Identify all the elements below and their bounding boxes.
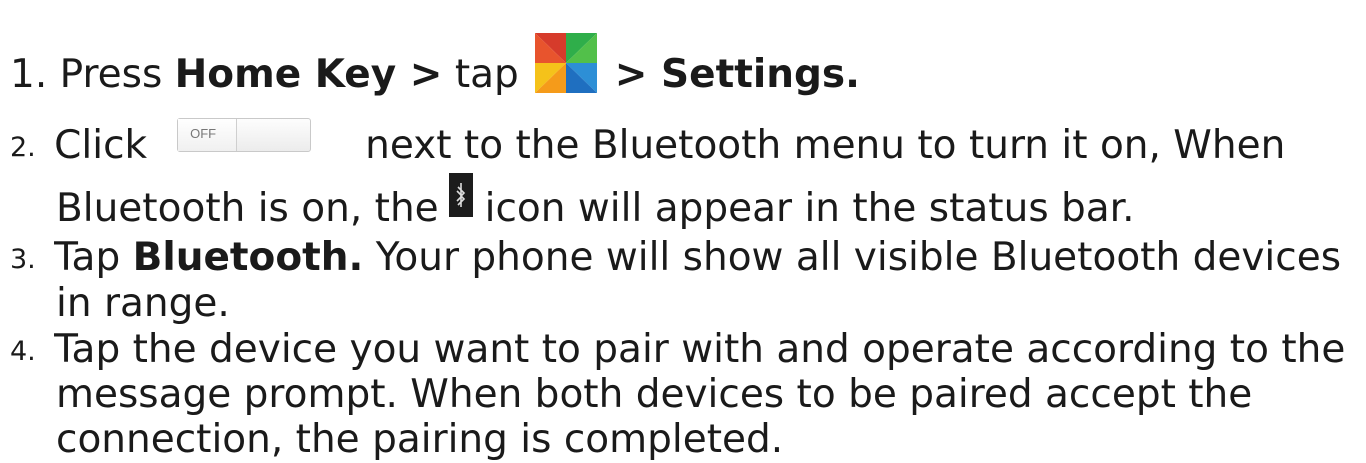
step-text: Tap <box>54 235 133 280</box>
step-2-continued: Bluetooth is on, the icon will appear in… <box>0 173 1135 231</box>
bluetooth-status-icon <box>448 173 473 217</box>
step-4-continued: connection, the pairing is completed. <box>0 417 783 463</box>
step-number: 2. <box>10 132 36 163</box>
bluetooth-label: Bluetooth. <box>132 235 364 280</box>
step-text: in range. <box>56 281 230 326</box>
step-2: 2. Click OFF next to the Bluetooth menu to… <box>10 118 1285 168</box>
step-text: Click <box>54 123 148 168</box>
step-text: connection, the pairing is completed. <box>56 417 784 462</box>
step-text: Press <box>59 52 175 97</box>
step-text: tap <box>442 52 519 97</box>
step-text: Tap the device you want to pair with and… <box>54 327 1346 372</box>
instructions-document: 1. Press Home Key > tap > Settings. 2. C… <box>0 0 1366 462</box>
step-3-continued: in range. <box>0 281 230 327</box>
step-text: Your phone will show all visible Bluetoo… <box>363 235 1342 280</box>
step-text: next to the Bluetooth menu to turn it on… <box>365 123 1286 168</box>
step-number: 1. <box>10 52 48 97</box>
apps-drawer-icon <box>534 33 597 93</box>
step-1: 1. Press Home Key > tap > Settings. <box>10 33 860 97</box>
step-text: Bluetooth is on, the <box>56 186 439 231</box>
settings-label: > Settings. <box>614 52 860 97</box>
step-number: 4. <box>10 336 36 367</box>
step-text: message prompt. When both devices to be … <box>56 372 1253 417</box>
off-toggle: OFF <box>177 118 312 152</box>
step-4: 4. Tap the device you want to pair with … <box>10 327 1345 373</box>
step-3: 3. Tap Bluetooth. Your phone will show a… <box>10 235 1341 281</box>
step-text: icon will appear in the status bar. <box>484 186 1135 231</box>
toggle-label: OFF <box>190 126 217 141</box>
step-number: 3. <box>10 244 36 275</box>
home-key-label: Home Key > <box>174 52 443 97</box>
step-4-continued: message prompt. When both devices to be … <box>0 372 1252 418</box>
